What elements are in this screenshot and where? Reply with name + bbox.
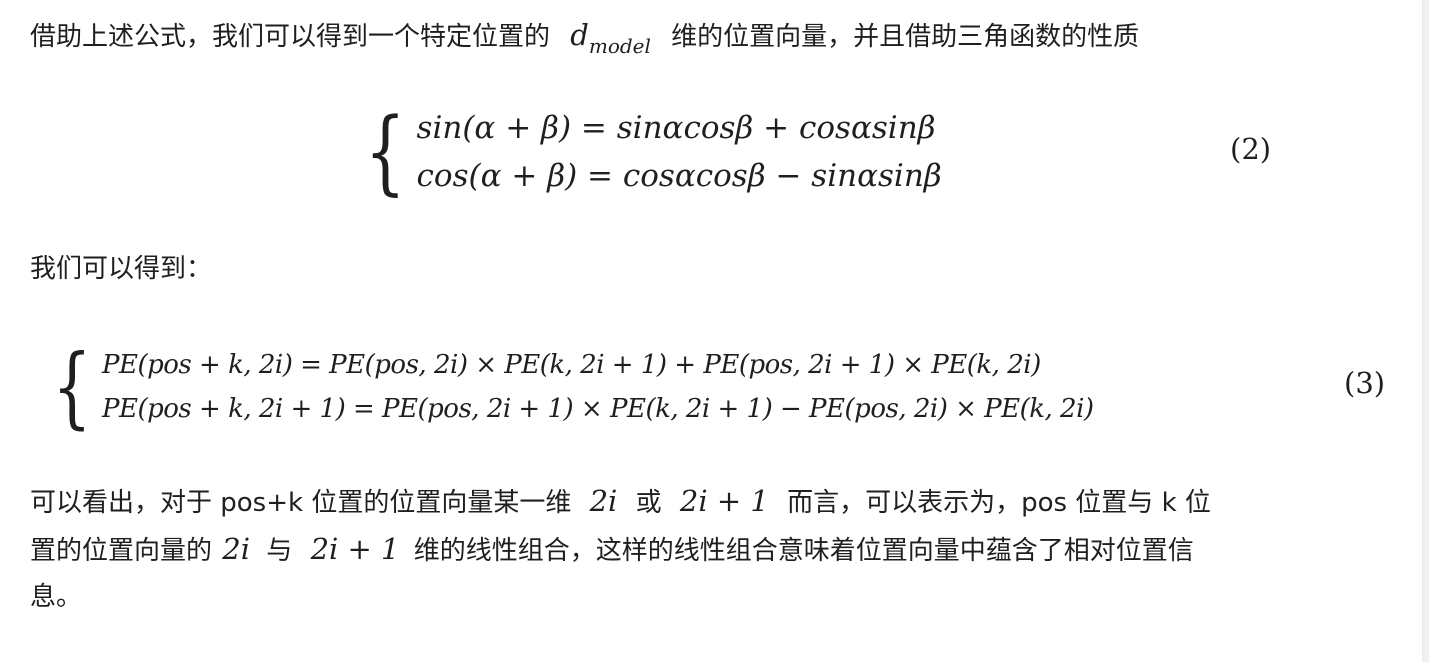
result-intro-text: 我们可以得到： [30, 254, 213, 284]
conclusion-text-3: 息。 [30, 582, 83, 612]
conclusion-text-2a: 置的位置向量的 [30, 536, 213, 566]
conclusion-text-2b: 与 [266, 536, 293, 566]
paragraph-intro: 借助上述公式，我们可以得到一个特定位置的 dmodel 维的位置向量，并且借助三… [30, 10, 1139, 71]
equation-2-number: (2) [1230, 132, 1272, 166]
equation-3: { PE(pos + k, 2i) = PE(pos, 2i) × PE(k, … [44, 340, 1094, 434]
conclusion-text-1a: 可以看出，对于 pos+k 位置的位置向量某一维 [30, 488, 572, 518]
left-brace-3: { [52, 335, 92, 438]
d-model-subscript: model [588, 34, 651, 58]
conclusion-text-1b: 或 [635, 488, 662, 518]
equation-2-line-1: sin(α + β) = sinαcosβ + cosαsinβ [416, 110, 936, 146]
intro-text-before: 借助上述公式，我们可以得到一个特定位置的 [30, 22, 551, 52]
equation-3-line-1: PE(pos + k, 2i) = PE(pos, 2i) × PE(k, 2i… [102, 350, 1041, 380]
paragraph-result-intro: 我们可以得到： [30, 244, 212, 294]
scrollbar[interactable] [1422, 0, 1429, 662]
paragraph-conclusion-line-3: 息。 [30, 572, 82, 622]
d-model-symbol: dmodel [570, 18, 651, 58]
equation-3-number: (3) [1344, 366, 1386, 400]
conclusion-text-2c: 维的线性组合，这样的线性组合意味着位置向量中蕴含了相对位置信 [413, 536, 1194, 566]
paragraph-conclusion-line-1: 可以看出，对于 pos+k 位置的位置向量某一维 2i 或 2i + 1 而言，… [30, 476, 1211, 528]
equation-2: { sin(α + β) = sinαcosβ + cosαsinβ cos(α… [356, 102, 942, 202]
intro-text-after: 维的位置向量，并且借助三角函数的性质 [671, 22, 1140, 52]
paragraph-conclusion-line-2: 置的位置向量的 2i 与 2i + 1 维的线性组合，这样的线性组合意味着位置向… [30, 524, 1194, 576]
left-brace: { [364, 98, 406, 205]
math-2i: 2i [589, 484, 618, 518]
math-2i-plus-1-second: 2i + 1 [310, 532, 400, 566]
equation-3-line-2: PE(pos + k, 2i + 1) = PE(pos, 2i + 1) × … [102, 394, 1094, 424]
d-model-base: d [570, 18, 589, 52]
math-2i-plus-1: 2i + 1 [679, 484, 769, 518]
math-2i-second: 2i [222, 532, 251, 566]
conclusion-text-1c: 而言，可以表示为，pos 位置与 k 位 [787, 488, 1211, 518]
equation-2-line-2: cos(α + β) = cosαcosβ − sinαsinβ [416, 158, 942, 194]
